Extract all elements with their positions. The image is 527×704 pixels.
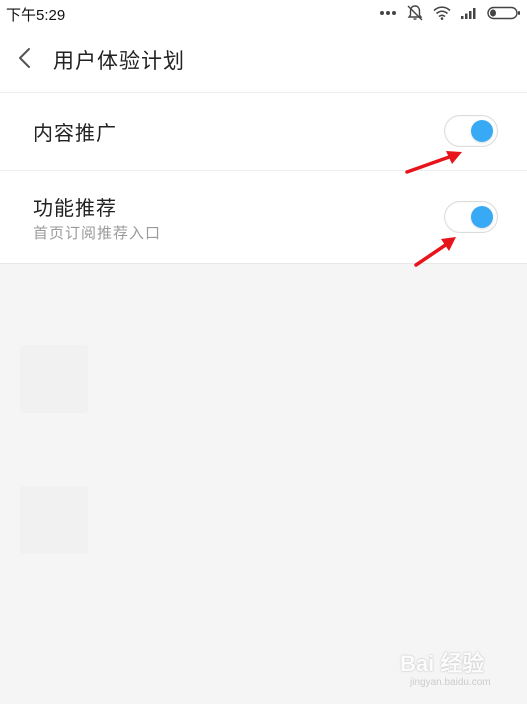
status-bar: 下午5:29 [0, 0, 527, 26]
toggle-knob [471, 120, 493, 142]
mute-bell-icon [406, 4, 424, 22]
annotation-arrow-2 [414, 237, 456, 267]
annotation-arrow-1 [405, 151, 462, 174]
content-promotion-toggle[interactable] [444, 115, 498, 147]
background-placeholder [20, 345, 88, 413]
baidu-watermark: Bai 经验 jingyan.baidu.com [392, 640, 512, 690]
setting-description: 首页订阅推荐入口 [33, 224, 162, 242]
feature-recommendation-toggle[interactable] [444, 201, 498, 233]
setting-label: 功能推荐 [33, 196, 117, 220]
toggle-knob [471, 206, 493, 228]
watermark-url: jingyan.baidu.com [410, 677, 491, 688]
signal-icon [460, 6, 478, 20]
status-time: 下午5:29 [6, 7, 66, 24]
chevron-left-icon [12, 48, 40, 77]
page-header: 用户体验计划 [0, 26, 527, 93]
setting-label: 内容推广 [33, 121, 117, 145]
watermark-logo-text: Bai 经验 [400, 651, 485, 676]
status-icons [379, 4, 521, 22]
more-dots-icon [379, 10, 397, 16]
battery-icon [487, 6, 521, 20]
wifi-icon [433, 6, 451, 20]
page-title: 用户体验计划 [53, 49, 185, 73]
back-button[interactable] [12, 43, 40, 73]
background-placeholder [20, 486, 88, 554]
